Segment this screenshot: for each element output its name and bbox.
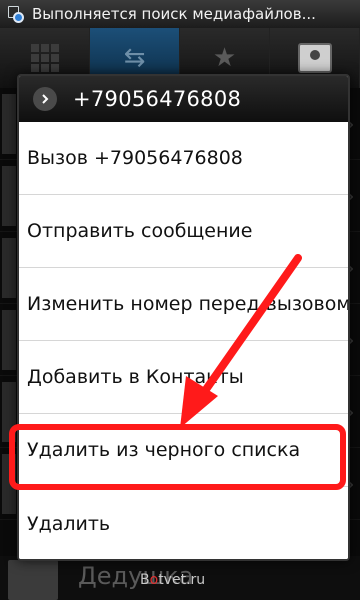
menu-item-delete[interactable]: Удалить [19,487,348,559]
contacts-icon [297,43,332,73]
status-bar: Выполняется поиск медиафайлов... [0,0,360,28]
chevron-right-icon[interactable] [33,87,57,111]
dialog-title: +79056476808 [73,87,242,111]
watermark-o: o [149,572,159,588]
media-scan-icon [8,6,24,23]
status-text: Выполняется поиск медиафайлов... [32,5,316,23]
call-log-icon: ⇆ [123,43,146,73]
context-menu-dialog: +79056476808 Вызов +79056476808 Отправит… [17,74,350,561]
menu-item-call[interactable]: Вызов +79056476808 [19,122,348,195]
watermark: Botvet.ru [140,572,205,588]
menu-item-edit-number[interactable]: Изменить номер перед вызовом [19,268,348,341]
menu-item-send-message[interactable]: Отправить сообщение [19,195,348,268]
menu-item-remove-from-blacklist[interactable]: Удалить из черного списка [19,414,348,487]
dialog-header: +79056476808 [19,76,348,122]
context-menu: Вызов +79056476808 Отправить сообщение И… [19,122,348,559]
favorites-star-icon: ★ [212,43,237,73]
avatar [8,560,58,600]
watermark-prefix: B [140,572,150,588]
dialpad-icon [30,44,59,72]
watermark-rest: tvet.ru [158,572,206,588]
menu-item-add-to-contacts[interactable]: Добавить в Контакты [19,341,348,414]
